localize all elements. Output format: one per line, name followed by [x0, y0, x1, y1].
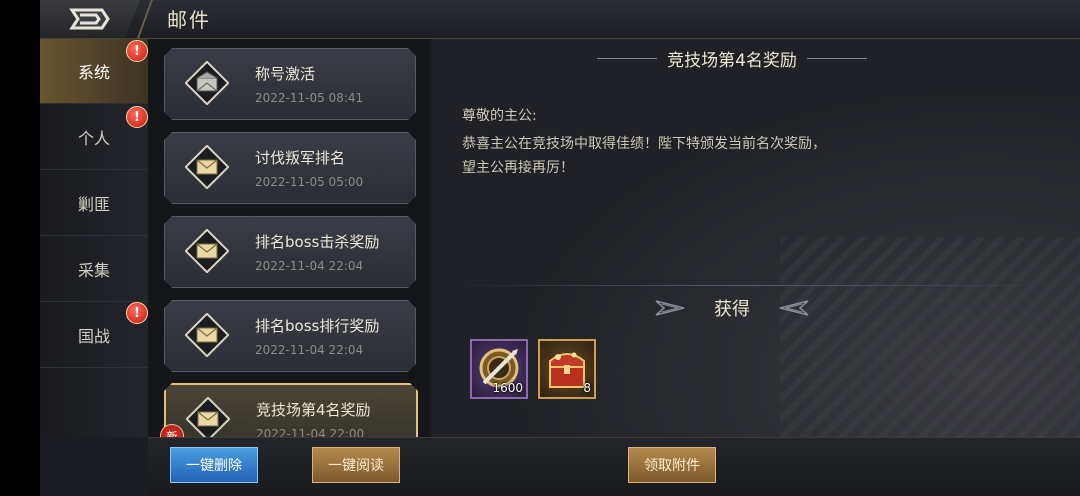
- reward-heading: 获得: [714, 299, 750, 320]
- mail-item[interactable]: 讨伐叛军排名 2022-11-05 05:00: [164, 132, 416, 204]
- envelope-open-icon: [185, 61, 229, 105]
- alert-icon: !: [126, 106, 148, 128]
- sidebar-item-gather[interactable]: 采集: [40, 237, 148, 302]
- envelope-icon: [185, 145, 229, 189]
- mail-date: 2022-11-04 22:00: [256, 427, 365, 437]
- mail-item[interactable]: 排名boss排行奖励 2022-11-04 22:04: [164, 300, 416, 372]
- page-title: 邮件: [167, 8, 211, 32]
- mail-date: 2022-11-05 05:00: [255, 175, 364, 189]
- delete-all-button[interactable]: 一键删除: [170, 447, 258, 483]
- header-separator: [137, 0, 153, 38]
- mail-date: 2022-11-05 08:41: [255, 91, 364, 105]
- alert-icon: !: [126, 40, 148, 62]
- alert-icon: !: [126, 302, 148, 324]
- back-arrow-icon: [69, 8, 110, 30]
- claim-attachment-button[interactable]: 领取附件: [628, 447, 716, 483]
- sidebar-item-label: 系统: [77, 63, 110, 82]
- body-line: 望主公再接再厉！: [462, 160, 574, 176]
- wing-ornament-left-icon: [655, 300, 685, 316]
- mail-item-selected[interactable]: 竞技场第4名奖励 2022-11-04 22:00: [164, 383, 418, 437]
- divider: [452, 285, 1052, 286]
- reward-item-treasure-chest[interactable]: 8: [538, 339, 596, 399]
- mail-date: 2022-11-04 22:04: [255, 343, 364, 357]
- mail-title: 排名boss击杀奖励: [255, 233, 380, 251]
- back-button[interactable]: [40, 0, 140, 38]
- sidebar-item-label: 采集: [77, 261, 110, 280]
- sidebar-item-label: 国战: [77, 327, 110, 346]
- mail-title: 竞技场第4名奖励: [256, 401, 371, 419]
- wing-ornament-right-icon: [779, 300, 809, 316]
- mail-detail: 竞技场第4名奖励 尊敬的主公: 恭喜主公在竞技场中取得佳绩！陛下特颁发当前名次奖…: [432, 39, 1080, 437]
- detail-title-bar: 竞技场第4名奖励: [552, 45, 912, 71]
- title-ornament-left: [597, 57, 658, 59]
- body-line: 恭喜主公在竞技场中取得佳绩！陛下特颁发当前名次奖励，: [462, 136, 826, 152]
- envelope-icon: [185, 313, 229, 357]
- envelope-icon: [185, 229, 229, 273]
- mail-window: 邮件 系统 个人 剿匪 采集 国战 ! ! ! 称号激活 2022-11-05 …: [40, 0, 1080, 496]
- reward-item-sword-medal[interactable]: 1600: [470, 339, 528, 399]
- detail-title: 竞技场第4名奖励: [667, 50, 797, 71]
- read-all-button[interactable]: 一键阅读: [312, 447, 400, 483]
- mail-list[interactable]: 称号激活 2022-11-05 08:41 讨伐叛军排名 2022-11-05 …: [148, 39, 430, 437]
- sidebar-item-bandits[interactable]: 剿匪: [40, 171, 148, 236]
- reward-heading-bar: 获得: [582, 293, 882, 323]
- sidebar-item-label: 个人: [77, 129, 110, 148]
- title-ornament-right: [806, 57, 867, 59]
- header: 邮件: [40, 0, 1080, 39]
- mail-date: 2022-11-04 22:04: [255, 259, 364, 273]
- category-sidebar: 系统 个人 剿匪 采集 国战: [40, 39, 150, 437]
- action-bar: 一键删除 一键阅读 领取附件: [148, 437, 1080, 496]
- reward-count: 1600: [492, 381, 523, 395]
- sidebar-item-label: 剿匪: [77, 195, 110, 214]
- greeting: 尊敬的主公:: [462, 108, 537, 124]
- mail-title: 讨伐叛军排名: [255, 149, 346, 167]
- envelope-icon: [186, 397, 230, 437]
- mail-item[interactable]: 称号激活 2022-11-05 08:41: [164, 48, 416, 120]
- reward-count: 8: [583, 381, 591, 395]
- mail-item[interactable]: 排名boss击杀奖励 2022-11-04 22:04: [164, 216, 416, 288]
- mail-title: 排名boss排行奖励: [255, 317, 380, 335]
- background-decoration: [780, 237, 1080, 437]
- mail-title: 称号激活: [255, 65, 316, 83]
